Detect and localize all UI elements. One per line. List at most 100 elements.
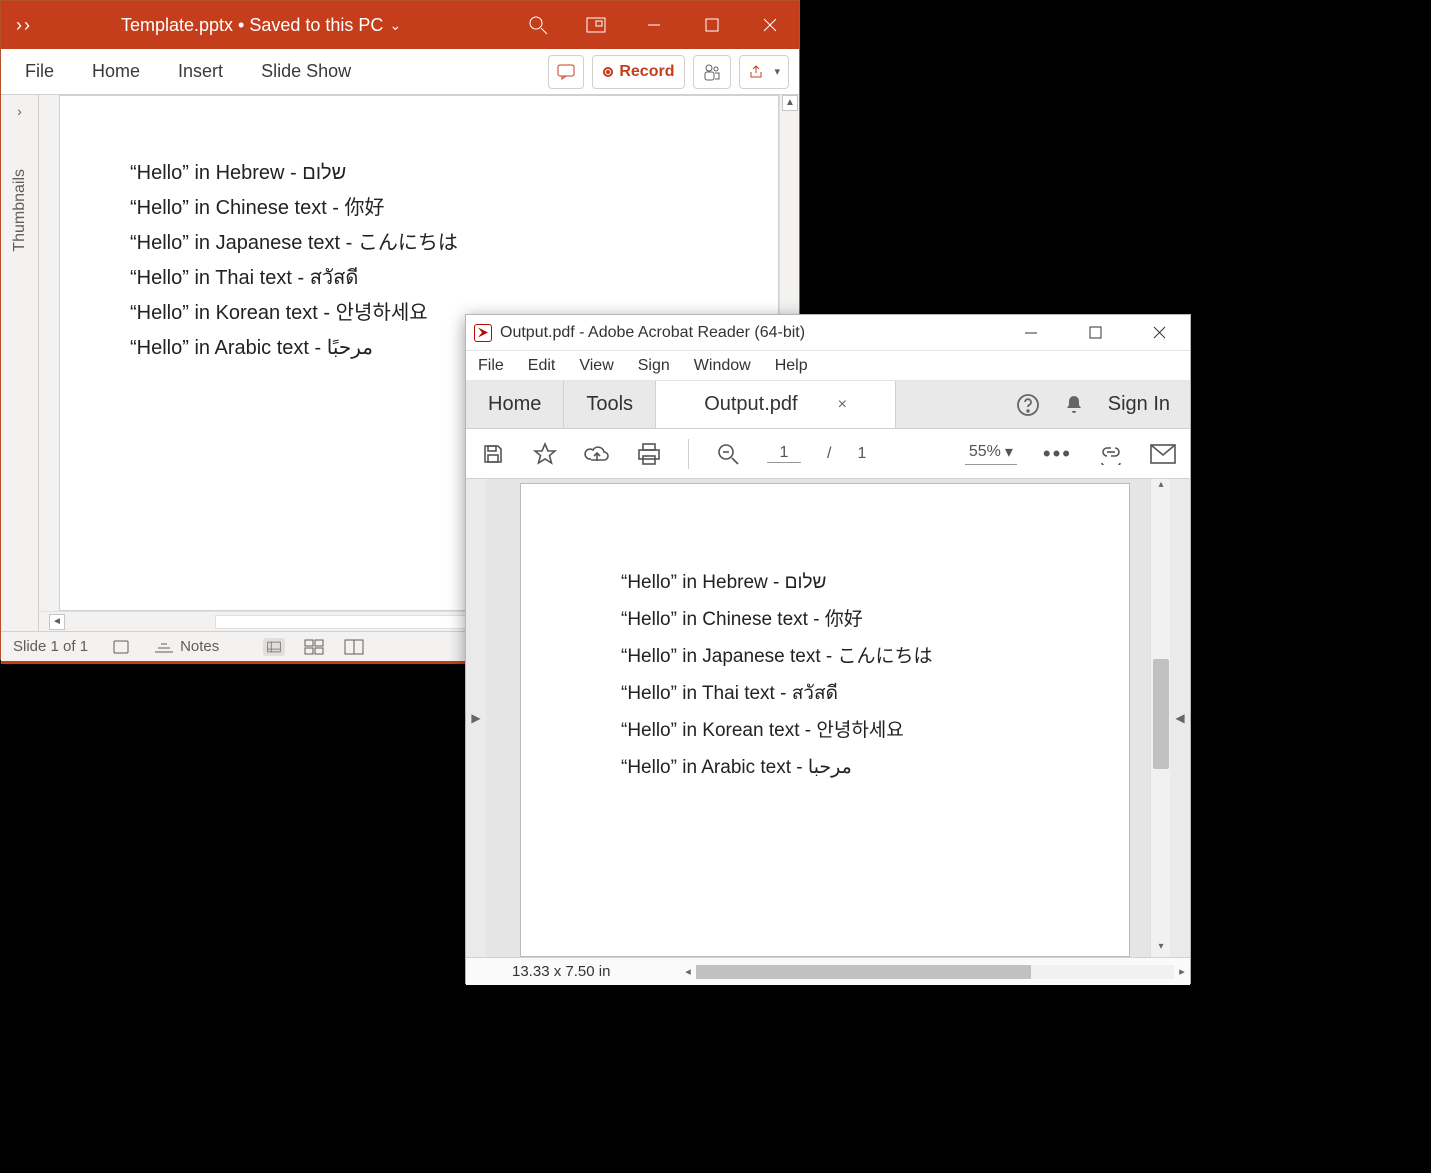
thumbnails-label: Thumbnails bbox=[11, 169, 29, 252]
bell-icon[interactable] bbox=[1062, 393, 1086, 417]
pdf-icon bbox=[474, 324, 492, 342]
reading-view-button[interactable] bbox=[343, 638, 365, 656]
tab-slideshow[interactable]: Slide Show bbox=[247, 53, 365, 90]
toolbar: 1 / 1 55% ▾ ••• bbox=[466, 429, 1190, 479]
pdf-text-line: “Hello” in Thai text - สวัสดี bbox=[621, 675, 1129, 712]
pdf-text-line: “Hello” in Japanese text - こんにちは bbox=[621, 638, 1129, 675]
page-separator: / bbox=[827, 445, 831, 463]
slide-text-line: “Hello” in Thai text - สวัสดี bbox=[130, 261, 778, 296]
record-label: Record bbox=[619, 63, 674, 81]
search-icon[interactable] bbox=[509, 1, 567, 49]
scroll-up-icon[interactable]: ▲ bbox=[782, 95, 798, 111]
minimize-button[interactable] bbox=[1016, 326, 1046, 340]
page-dimensions: 13.33 x 7.50 in bbox=[512, 963, 610, 980]
close-button[interactable] bbox=[741, 1, 799, 49]
chevron-down-icon: ▾ bbox=[774, 65, 780, 78]
save-icon[interactable] bbox=[480, 441, 506, 467]
page-current-input[interactable]: 1 bbox=[767, 444, 801, 463]
tab-file[interactable]: File bbox=[11, 53, 68, 90]
pdf-text-line: “Hello” in Chinese text - 你好 bbox=[621, 601, 1129, 638]
accessibility-button[interactable] bbox=[112, 638, 130, 656]
menu-edit[interactable]: Edit bbox=[528, 357, 556, 375]
pdf-page: “Hello” in Hebrew - שלום “Hello” in Chin… bbox=[520, 483, 1130, 957]
more-icon[interactable]: ••• bbox=[1043, 441, 1072, 467]
tab-home[interactable]: Home bbox=[78, 53, 154, 90]
chevron-down-icon: ▾ bbox=[1005, 442, 1013, 462]
tab-document[interactable]: Output.pdf × bbox=[656, 381, 896, 428]
upload-cloud-icon[interactable] bbox=[584, 441, 610, 467]
share-link-icon[interactable] bbox=[1098, 441, 1124, 467]
zoom-icon[interactable] bbox=[715, 441, 741, 467]
menu-bar: File Edit View Sign Window Help bbox=[466, 351, 1190, 381]
horizontal-scrollbar[interactable]: ◂ ▸ bbox=[680, 965, 1190, 979]
notes-button[interactable]: Notes bbox=[154, 638, 219, 655]
document-title-text: Template.pptx • Saved to this PC bbox=[121, 15, 383, 36]
zoom-value: 55% bbox=[969, 443, 1001, 461]
window-controls bbox=[1016, 326, 1182, 340]
menu-view[interactable]: View bbox=[579, 357, 613, 375]
document-tabs: Home Tools Output.pdf × Sign In bbox=[466, 381, 1190, 429]
acrobat-title-text: Output.pdf - Adobe Acrobat Reader (64-bi… bbox=[500, 324, 805, 342]
zoom-level-dropdown[interactable]: 55% ▾ bbox=[965, 442, 1017, 465]
maximize-button[interactable] bbox=[683, 1, 741, 49]
expand-thumbnails-icon[interactable]: › bbox=[17, 103, 22, 119]
chevron-down-icon: ⌄ bbox=[389, 17, 401, 34]
left-nav-rail[interactable]: ▶ bbox=[466, 479, 486, 957]
slide-counter: Slide 1 of 1 bbox=[13, 638, 88, 655]
scroll-up-icon[interactable]: ▴ bbox=[1153, 479, 1169, 495]
minimize-button[interactable] bbox=[625, 1, 683, 49]
slidesorter-view-button[interactable] bbox=[303, 638, 325, 656]
separator bbox=[688, 439, 689, 469]
ribbon-tabs: File Home Insert Slide Show Record ▾ bbox=[1, 49, 799, 95]
star-icon[interactable] bbox=[532, 441, 558, 467]
slide-text-line: “Hello” in Japanese text - こんにちは bbox=[130, 226, 778, 261]
tab-insert[interactable]: Insert bbox=[164, 53, 237, 90]
scroll-left-icon[interactable]: ◂ bbox=[680, 965, 696, 978]
menu-sign[interactable]: Sign bbox=[638, 357, 670, 375]
record-button[interactable]: Record bbox=[592, 55, 685, 89]
tab-tools[interactable]: Tools bbox=[564, 381, 656, 428]
pdf-text-line: “Hello” in Korean text - 안녕하세요 bbox=[621, 712, 1129, 749]
page-viewport[interactable]: “Hello” in Hebrew - שלום “Hello” in Chin… bbox=[486, 479, 1150, 957]
vertical-scrollbar[interactable]: ▴ ▾ bbox=[1150, 479, 1170, 957]
tab-home[interactable]: Home bbox=[466, 381, 564, 428]
window-controls bbox=[509, 1, 799, 49]
status-bar: 13.33 x 7.50 in ◂ ▸ bbox=[466, 957, 1190, 985]
close-tab-icon[interactable]: × bbox=[838, 396, 847, 414]
ribbon-overflow-button[interactable]: ›› bbox=[7, 15, 41, 36]
scroll-thumb[interactable] bbox=[696, 965, 1031, 979]
record-icon bbox=[603, 67, 613, 77]
menu-window[interactable]: Window bbox=[694, 357, 751, 375]
acrobat-titlebar: Output.pdf - Adobe Acrobat Reader (64-bi… bbox=[466, 315, 1190, 351]
slide-text-line: “Hello” in Chinese text - 你好 bbox=[130, 191, 778, 226]
ribbon-mode-icon[interactable] bbox=[567, 1, 625, 49]
email-icon[interactable] bbox=[1150, 441, 1176, 467]
scroll-right-icon[interactable]: ▸ bbox=[1174, 965, 1190, 978]
teams-button[interactable] bbox=[693, 55, 731, 89]
scroll-track[interactable] bbox=[696, 965, 1174, 979]
thumbnails-rail[interactable]: › Thumbnails bbox=[1, 95, 39, 631]
normal-view-button[interactable] bbox=[263, 638, 285, 656]
notes-label: Notes bbox=[180, 638, 219, 655]
share-button[interactable]: ▾ bbox=[739, 55, 789, 89]
menu-file[interactable]: File bbox=[478, 357, 504, 375]
scroll-left-icon[interactable]: ◄ bbox=[49, 614, 65, 630]
pdf-text-line: “Hello” in Arabic text - مرحبا bbox=[621, 749, 1129, 786]
document-title[interactable]: Template.pptx • Saved to this PC ⌄ bbox=[121, 15, 401, 36]
tab-document-label: Output.pdf bbox=[704, 393, 797, 416]
sign-in-button[interactable]: Sign In bbox=[1108, 393, 1170, 416]
help-icon[interactable] bbox=[1016, 393, 1040, 417]
print-icon[interactable] bbox=[636, 441, 662, 467]
scroll-thumb[interactable] bbox=[1153, 659, 1169, 769]
acrobat-window: Output.pdf - Adobe Acrobat Reader (64-bi… bbox=[465, 314, 1191, 984]
maximize-button[interactable] bbox=[1080, 326, 1110, 340]
page-total: 1 bbox=[857, 445, 866, 463]
slide-text-line: “Hello” in Hebrew - שלום bbox=[130, 156, 778, 191]
close-button[interactable] bbox=[1144, 326, 1174, 340]
powerpoint-titlebar: ›› Template.pptx • Saved to this PC ⌄ bbox=[1, 1, 799, 49]
right-nav-rail[interactable]: ◀ bbox=[1170, 479, 1190, 957]
menu-help[interactable]: Help bbox=[775, 357, 808, 375]
scroll-down-icon[interactable]: ▾ bbox=[1153, 941, 1169, 957]
pdf-text-line: “Hello” in Hebrew - שלום bbox=[621, 564, 1129, 601]
comments-button[interactable] bbox=[548, 55, 584, 89]
